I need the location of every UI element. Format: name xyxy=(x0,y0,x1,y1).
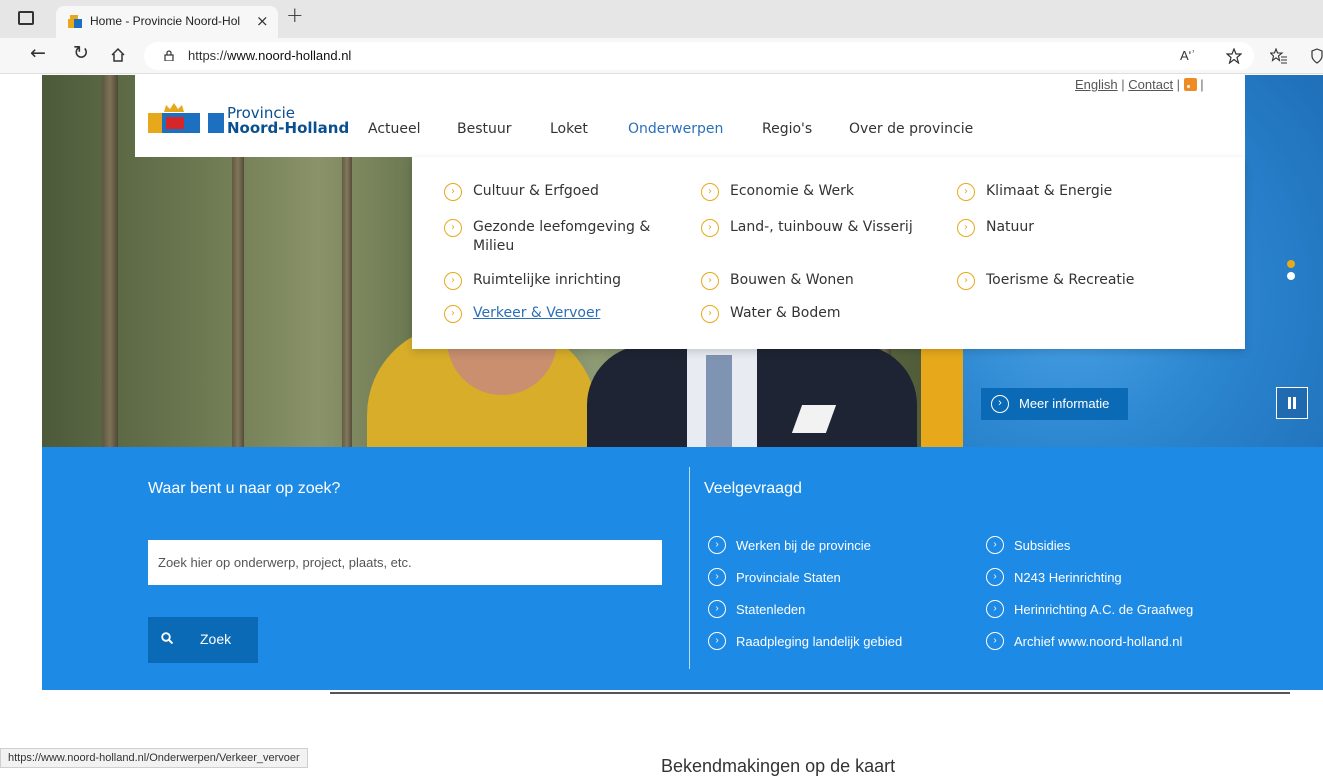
chevron-right-icon: › xyxy=(708,536,726,554)
chevron-right-icon: › xyxy=(444,219,462,237)
chevron-right-icon: › xyxy=(701,305,719,323)
read-aloud-icon[interactable]: Aʹʾ xyxy=(1180,48,1195,63)
tab-close-icon[interactable]: × xyxy=(256,12,269,30)
chevron-right-icon: › xyxy=(708,600,726,618)
onderwerpen-dropdown: › Cultuur & Erfgoed › Gezonde leefomgevi… xyxy=(412,157,1245,349)
search-icon xyxy=(161,632,173,644)
chevron-right-icon: › xyxy=(991,395,1009,413)
site-header: Provincie Noord-Holland English | Contac… xyxy=(135,75,1245,157)
search-section: Waar bent u naar op zoek? Zoek Veelgevra… xyxy=(42,447,1323,690)
rss-icon[interactable] xyxy=(1183,78,1197,91)
lock-icon xyxy=(164,50,174,61)
url-text: https://www.noord-holland.nl xyxy=(188,48,352,63)
nav-actueel[interactable]: Actueel xyxy=(368,121,421,137)
refresh-icon[interactable]: ↻ xyxy=(73,44,89,63)
chevron-right-icon: › xyxy=(708,632,726,650)
search-input[interactable] xyxy=(148,540,662,585)
home-icon[interactable] xyxy=(110,47,126,63)
nav-loket[interactable]: Loket xyxy=(550,121,588,137)
faq-title: Veelgevraagd xyxy=(704,480,802,497)
tab-actions-icon[interactable] xyxy=(18,11,34,25)
status-bar-url: https://www.noord-holland.nl/Onderwerpen… xyxy=(0,748,308,768)
nav-bestuur[interactable]: Bestuur xyxy=(457,121,512,137)
chevron-right-icon: › xyxy=(444,305,462,323)
site-favicon-icon xyxy=(68,15,82,28)
browser-tab[interactable]: Home - Provincie Noord-Holland × xyxy=(56,6,278,38)
province-logo-icon[interactable] xyxy=(148,103,224,133)
chevron-right-icon: › xyxy=(701,183,719,201)
contact-link[interactable]: Contact xyxy=(1128,77,1173,92)
search-title: Waar bent u naar op zoek? xyxy=(148,480,341,497)
zoek-button[interactable]: Zoek xyxy=(148,617,258,663)
section-divider xyxy=(330,692,1290,694)
new-tab-icon[interactable]: + xyxy=(286,5,304,26)
chevron-right-icon: › xyxy=(957,272,975,290)
web-page: › Meer informatie Provincie Noord-Hollan… xyxy=(42,75,1323,770)
chevron-right-icon: › xyxy=(701,272,719,290)
back-icon[interactable]: ← xyxy=(30,44,46,63)
chevron-right-icon: › xyxy=(986,632,1004,650)
english-link[interactable]: English xyxy=(1075,77,1118,92)
chevron-right-icon: › xyxy=(957,183,975,201)
pause-icon[interactable] xyxy=(1276,387,1308,419)
divider xyxy=(689,467,690,669)
meer-informatie-button[interactable]: › Meer informatie xyxy=(981,388,1128,420)
chevron-right-icon: › xyxy=(986,568,1004,586)
favorites-icon[interactable] xyxy=(1270,48,1287,64)
utility-links: English | Contact | | xyxy=(1075,77,1204,92)
logo-wordmark[interactable]: Provincie Noord-Holland xyxy=(227,106,349,136)
nav-onderwerpen[interactable]: Onderwerpen xyxy=(628,121,723,137)
chevron-right-icon: › xyxy=(444,272,462,290)
nav-over-de-provincie[interactable]: Over de provincie xyxy=(849,121,973,137)
browser-tab-strip: Home - Provincie Noord-Holland × + xyxy=(0,0,1323,38)
nav-regios[interactable]: Regio's xyxy=(762,121,812,137)
browser-essentials-icon[interactable] xyxy=(1311,48,1323,64)
chevron-right-icon: › xyxy=(986,536,1004,554)
add-favorite-icon[interactable] xyxy=(1226,48,1242,64)
chevron-right-icon: › xyxy=(701,219,719,237)
bekendmakingen-heading: Bekendmakingen op de kaart xyxy=(661,756,896,776)
chevron-right-icon: › xyxy=(957,219,975,237)
chevron-right-icon: › xyxy=(708,568,726,586)
carousel-dot[interactable] xyxy=(1287,272,1295,280)
carousel-dot-active[interactable] xyxy=(1287,260,1295,268)
tab-title: Home - Provincie Noord-Holland xyxy=(90,14,240,28)
chevron-right-icon: › xyxy=(444,183,462,201)
chevron-right-icon: › xyxy=(986,600,1004,618)
address-toolbar: ← ↻ https://www.noord-holland.nl Aʹʾ xyxy=(0,38,1323,74)
address-bar[interactable]: https://www.noord-holland.nl Aʹʾ xyxy=(144,42,1254,70)
